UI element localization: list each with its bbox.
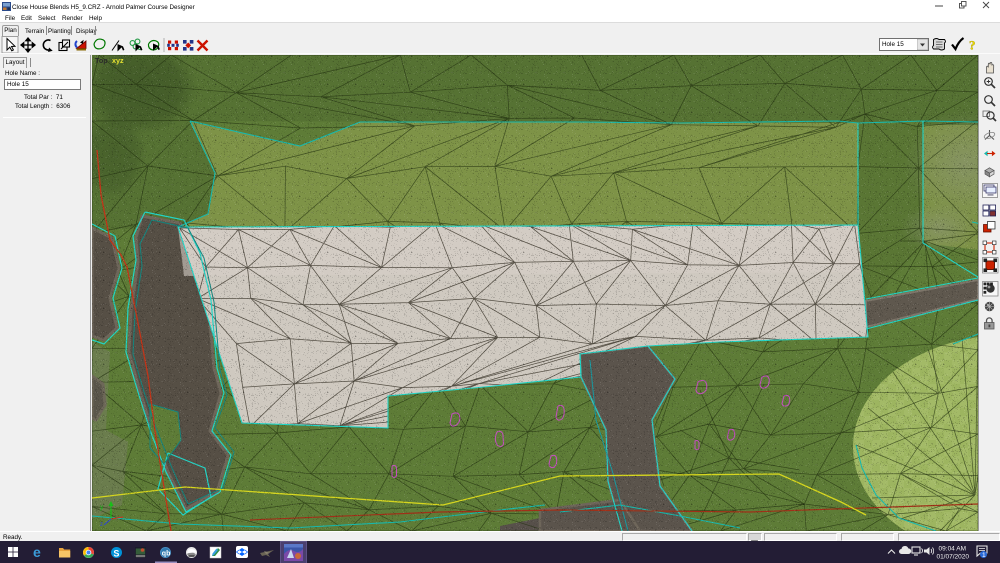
svg-text:xyz: xyz: [112, 56, 124, 65]
svg-text:1: 1: [982, 552, 986, 559]
svg-text:S: S: [113, 549, 119, 559]
svg-text:Top: Top: [95, 56, 108, 65]
svg-text:?: ?: [969, 38, 976, 53]
svg-text:01/07/2020: 01/07/2020: [936, 554, 969, 561]
svg-text:e: e: [33, 544, 41, 560]
svg-text:09:04 AM: 09:04 AM: [939, 546, 966, 553]
svg-text:qb: qb: [162, 551, 171, 558]
